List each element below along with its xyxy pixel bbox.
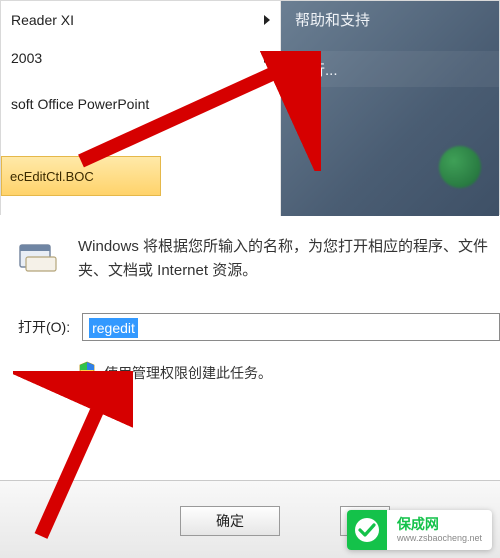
menu-item-reader[interactable]: Reader XI (1, 1, 280, 39)
open-input[interactable]: regedit (82, 313, 500, 341)
power-button-icon[interactable] (439, 146, 481, 188)
ok-button[interactable]: 确定 (180, 506, 280, 536)
run-dialog-description: Windows 将根据您所输入的名称，为您打开相应的程序、文件夹、文档或 Int… (78, 235, 500, 283)
menu-item-label: 帮助和支持 (295, 9, 370, 30)
open-label: 打开(O): (18, 317, 70, 337)
watermark-brand: 保成网 (397, 517, 482, 531)
open-field-row: 打开(O): regedit (18, 313, 500, 341)
annotation-arrow-bottom (13, 371, 133, 541)
start-menu-area: Reader XI 2003 soft Office PowerPoint ec… (0, 0, 500, 215)
menu-item-label: Reader XI (11, 12, 74, 28)
annotation-arrow-top (71, 51, 321, 171)
run-dialog: Windows 将根据您所输入的名称，为您打开相应的程序、文件夹、文档或 Int… (18, 225, 500, 384)
watermark-checkmark-icon (347, 510, 387, 550)
admin-note-row: 使用管理权限创建此任务。 (78, 361, 500, 384)
watermark-text: 保成网 www.zsbaocheng.net (387, 517, 492, 544)
ok-button-label: 确定 (216, 511, 244, 531)
watermark-badge: 保成网 www.zsbaocheng.net (347, 510, 492, 550)
menu-item-label: 2003 (11, 50, 42, 66)
menu-item-help[interactable]: 帮助和支持 (281, 1, 499, 37)
chevron-right-icon (264, 15, 270, 25)
run-dialog-header: Windows 将根据您所输入的名称，为您打开相应的程序、文件夹、文档或 Int… (18, 235, 500, 283)
watermark-url: www.zsbaocheng.net (397, 533, 482, 544)
open-input-value: regedit (89, 318, 138, 338)
run-program-icon (18, 239, 58, 278)
